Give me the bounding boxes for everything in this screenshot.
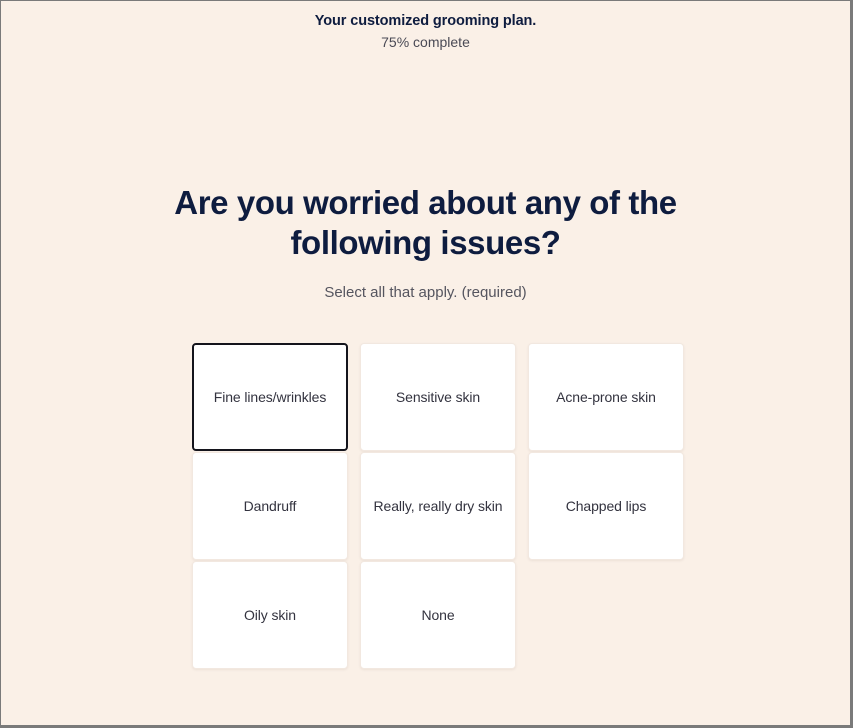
option-card-acne-prone-skin[interactable]: Acne-prone skin: [528, 343, 684, 451]
option-card-dandruff[interactable]: Dandruff: [192, 452, 348, 560]
option-label: Fine lines/wrinkles: [213, 388, 327, 405]
option-label: Acne-prone skin: [556, 388, 656, 405]
option-card-fine-lines-wrinkles[interactable]: Fine lines/wrinkles: [192, 343, 348, 451]
progress-title: Your customized grooming plan.: [314, 13, 537, 29]
option-card-chapped-lips[interactable]: Chapped lips: [528, 452, 684, 560]
quiz-page: Your customized grooming plan. 75% compl…: [1, 1, 850, 725]
progress-percent-label: 75% complete: [381, 34, 470, 50]
question-hint: Select all that apply. (required): [324, 284, 527, 301]
question-heading: Are you worried about any of the followi…: [174, 184, 677, 261]
option-card-none[interactable]: None: [360, 561, 516, 669]
option-label: Really, really dry skin: [373, 497, 503, 514]
question-block: Are you worried about any of the followi…: [1, 183, 850, 303]
option-label: Chapped lips: [565, 497, 647, 514]
option-label: Dandruff: [243, 497, 297, 514]
options-grid: Fine lines/wrinkles Sensitive skin Acne-…: [192, 343, 684, 669]
option-label: None: [421, 606, 455, 623]
option-label: Sensitive skin: [395, 388, 481, 405]
option-card-oily-skin[interactable]: Oily skin: [192, 561, 348, 669]
progress-header: Your customized grooming plan. 75% compl…: [1, 1, 850, 52]
option-card-really-really-dry-skin[interactable]: Really, really dry skin: [360, 452, 516, 560]
option-label: Oily skin: [244, 606, 296, 623]
option-card-sensitive-skin[interactable]: Sensitive skin: [360, 343, 516, 451]
